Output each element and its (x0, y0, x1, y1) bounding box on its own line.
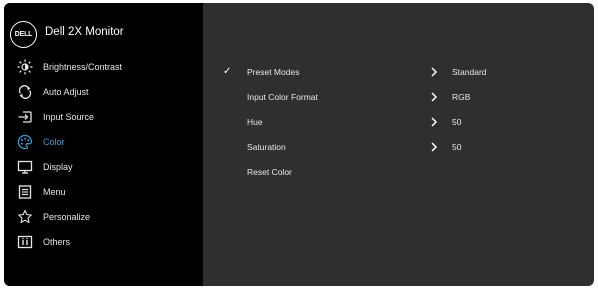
sidebar-item-label: Auto Adjust (43, 87, 89, 97)
sidebar-item-color[interactable]: Color (4, 130, 203, 154)
menu-row-input-color-format[interactable]: Input Color Format RGB (203, 86, 594, 108)
display-icon (17, 159, 33, 175)
row-label: Preset Modes (247, 67, 300, 77)
sidebar-item-input-source[interactable]: Input Source (4, 105, 203, 129)
star-icon (17, 209, 33, 225)
sidebar-item-label: Input Source (43, 112, 95, 122)
menu-row-hue[interactable]: Hue 50 (203, 111, 594, 133)
info-icon (17, 234, 33, 250)
menu-row-saturation[interactable]: Saturation 50 (203, 136, 594, 158)
sidebar-item-personalize[interactable]: Personalize (4, 205, 203, 229)
monitor-osd: DELL Dell 2X Monitor Brightness/Contrast… (4, 3, 594, 286)
sidebar: DELL Dell 2X Monitor Brightness/Contrast… (4, 3, 203, 286)
sidebar-item-auto-adjust[interactable]: Auto Adjust (4, 80, 203, 104)
menu-icon (17, 184, 33, 200)
menu-row-preset-modes[interactable]: ✓ Preset Modes Standard (203, 61, 594, 83)
menu-row-reset-color[interactable]: Reset Color (203, 161, 594, 183)
sidebar-item-label: Display (43, 162, 73, 172)
row-value: 50 (452, 117, 462, 127)
row-label: Saturation (247, 142, 286, 152)
chevron-right-icon (429, 115, 439, 127)
monitor-title: Dell 2X Monitor (45, 26, 124, 38)
sidebar-item-display[interactable]: Display (4, 155, 203, 179)
brightness-icon (17, 59, 33, 75)
sidebar-item-brightness-contrast[interactable]: Brightness/Contrast (4, 55, 203, 79)
row-label: Reset Color (247, 167, 292, 177)
sidebar-item-label: Menu (43, 187, 66, 197)
chevron-right-icon (429, 90, 439, 102)
row-value: 50 (452, 142, 462, 152)
sidebar-item-menu[interactable]: Menu (4, 180, 203, 204)
dell-logo: DELL (10, 21, 37, 48)
chevron-right-icon (429, 65, 439, 77)
sidebar-item-label: Others (43, 237, 71, 247)
sidebar-item-others[interactable]: Others (4, 230, 203, 254)
row-value: RGB (452, 92, 471, 102)
checkmark-icon: ✓ (223, 66, 232, 77)
row-label: Input Color Format (247, 92, 318, 102)
sidebar-item-label: Brightness/Contrast (43, 62, 123, 72)
sidebar-item-label: Color (43, 137, 65, 147)
sidebar-item-label: Personalize (43, 212, 91, 222)
chevron-right-icon (429, 140, 439, 152)
auto-adjust-icon (17, 84, 33, 100)
input-source-icon (17, 109, 33, 125)
color-palette-icon (17, 134, 33, 150)
row-value: Standard (452, 67, 487, 77)
row-label: Hue (247, 117, 263, 127)
